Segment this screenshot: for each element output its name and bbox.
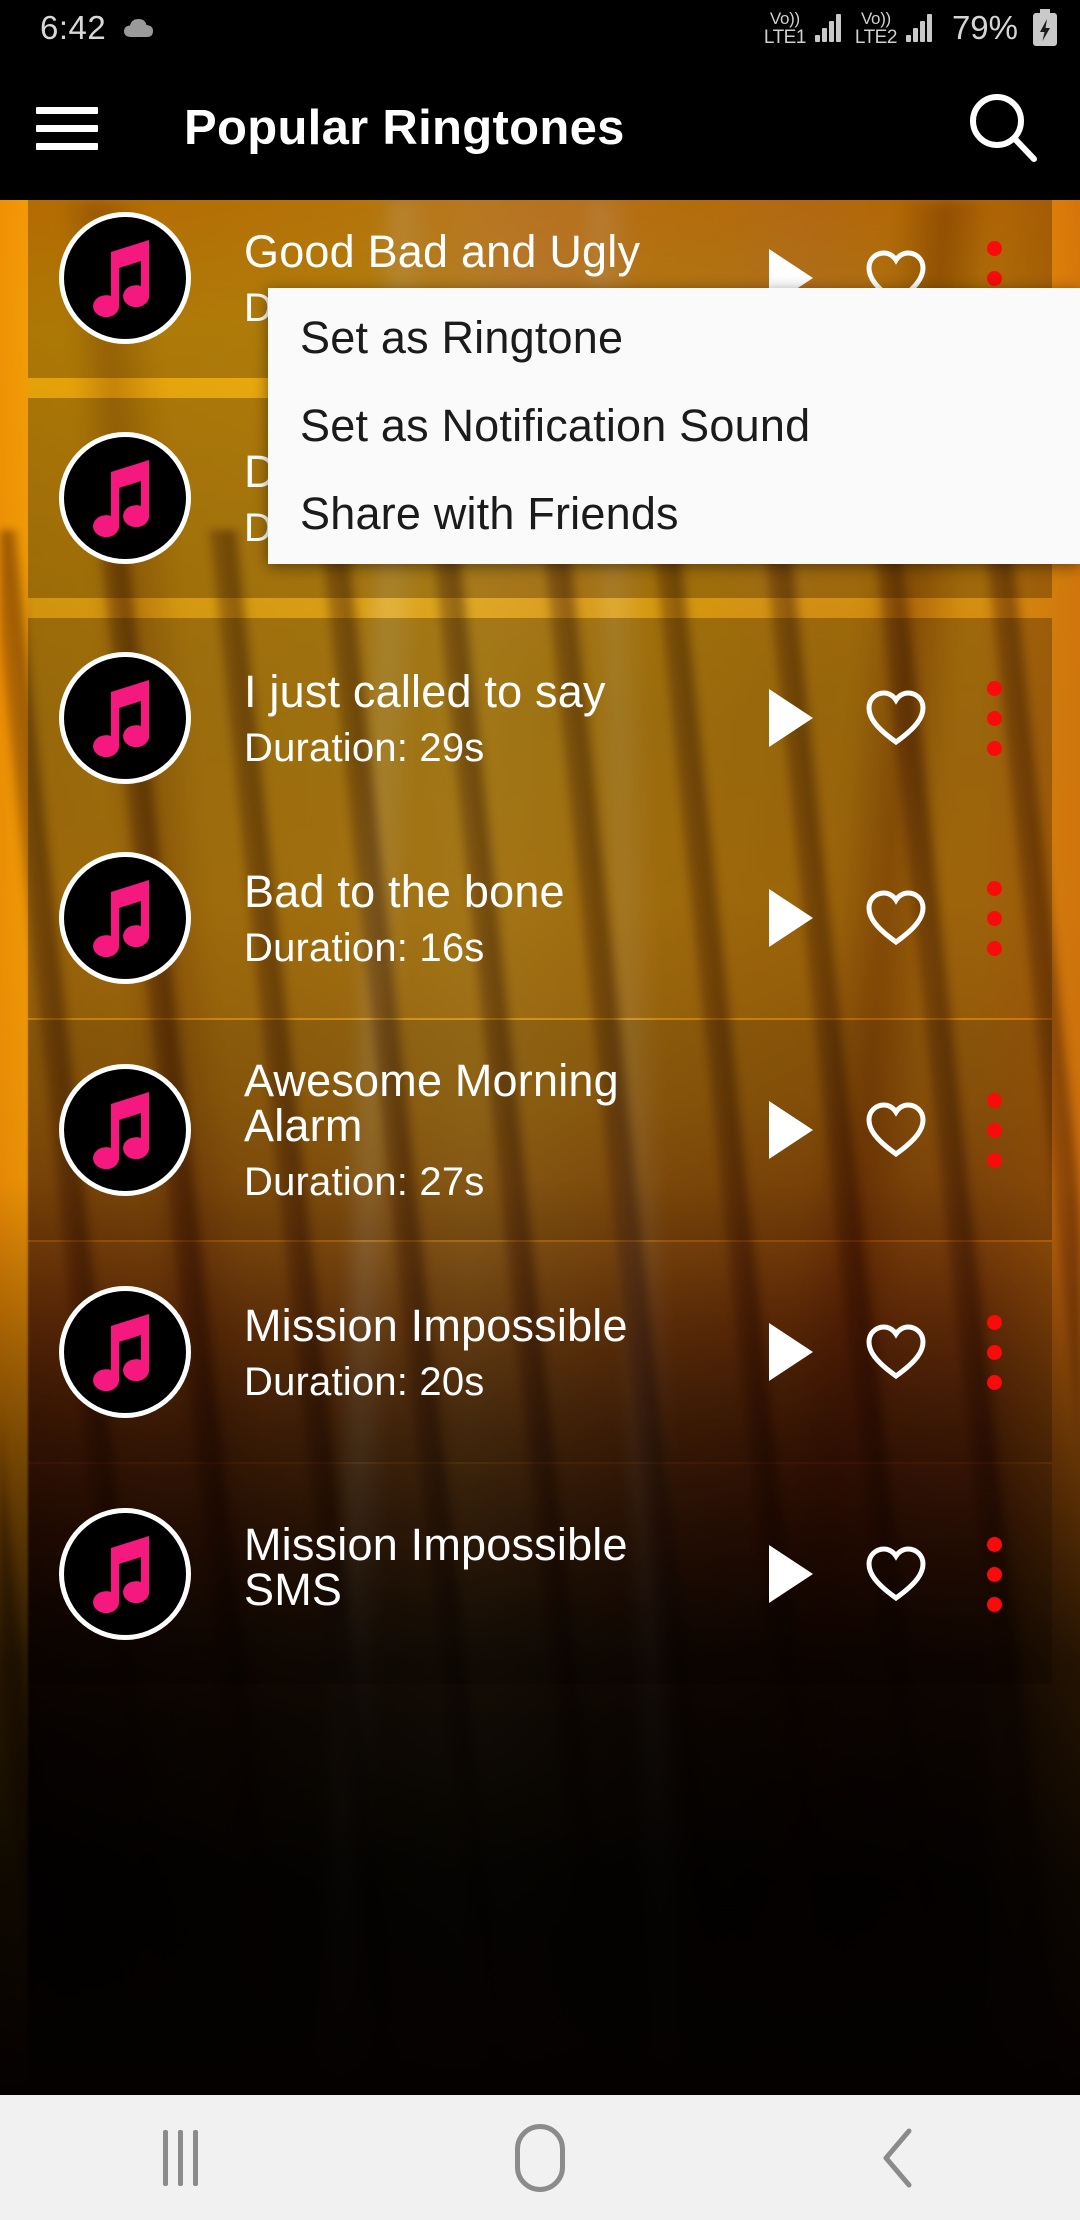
battery-percent-label: 79% — [951, 9, 1018, 46]
heart-outline-icon[interactable] — [848, 1526, 944, 1622]
ringtone-title: Mission Impossible SMS — [244, 1519, 628, 1615]
menu-item-set-as-notification-sound[interactable]: Set as Notification Sound — [268, 382, 1080, 470]
more-vertical-icon[interactable] — [958, 670, 1030, 766]
app-bar: Popular Ringtones — [0, 56, 1080, 200]
volte-sim2-icon: Vo)) LTE2 — [854, 8, 898, 48]
table-row[interactable]: Awesome Morning Alarm Duration: 27s — [28, 1020, 1052, 1240]
music-note-icon — [59, 1286, 191, 1418]
row-actions — [748, 1526, 1030, 1622]
battery-charging-icon — [1032, 9, 1058, 47]
home-icon[interactable] — [360, 2095, 720, 2220]
ringtone-title: Mission Impossible — [244, 1299, 628, 1351]
row-actions — [748, 1304, 1030, 1400]
ringtone-title: Good Bad and Ugly — [244, 225, 641, 277]
play-icon[interactable] — [748, 1087, 834, 1173]
status-bar-clock: 6:42 — [40, 9, 107, 46]
context-menu: Set as Ringtone Set as Notification Soun… — [268, 288, 1080, 564]
volte-sim1-icon: Vo)) LTE1 — [763, 8, 807, 48]
row-text-block: Bad to the bone Duration: 16s — [244, 869, 748, 968]
row-text-block: I just called to say Duration: 29s — [244, 669, 748, 768]
heart-outline-icon[interactable] — [848, 1304, 944, 1400]
ringtone-duration: Duration: 27s — [244, 1160, 485, 1204]
status-bar-indicators: Vo)) LTE1 Vo)) LTE2 79% — [764, 9, 1058, 47]
ringtone-duration: Duration: 29s — [244, 725, 485, 770]
more-vertical-icon[interactable] — [958, 1304, 1030, 1400]
page-title: Popular Ringtones — [184, 101, 625, 155]
signal-bars-sim1-icon — [814, 14, 841, 42]
row-text-block: Awesome Morning Alarm Duration: 27s — [244, 1058, 748, 1202]
cloud-icon — [122, 15, 156, 41]
music-note-icon — [59, 1508, 191, 1640]
music-note-icon — [59, 432, 191, 564]
table-row[interactable]: I just called to say Duration: 29s — [28, 618, 1052, 818]
ringtone-duration: Duration: 16s — [244, 925, 485, 970]
more-vertical-icon[interactable] — [958, 1526, 1030, 1622]
music-note-icon — [59, 1064, 191, 1196]
back-icon[interactable] — [720, 2095, 1080, 2220]
play-icon[interactable] — [748, 675, 834, 761]
hamburger-menu-icon[interactable] — [36, 106, 132, 150]
heart-outline-icon[interactable] — [848, 1082, 944, 1178]
menu-item-set-as-ringtone[interactable]: Set as Ringtone — [268, 294, 1080, 382]
system-navigation-bar — [0, 2095, 1080, 2220]
row-actions — [748, 670, 1030, 766]
recents-icon[interactable] — [0, 2095, 360, 2220]
search-icon[interactable] — [948, 73, 1058, 183]
music-note-icon — [59, 652, 191, 784]
heart-outline-icon[interactable] — [848, 670, 944, 766]
play-icon[interactable] — [748, 1531, 834, 1617]
row-text-block: Mission Impossible Duration: 20s — [244, 1303, 748, 1402]
play-icon[interactable] — [748, 1309, 834, 1395]
heart-outline-icon[interactable] — [848, 870, 944, 966]
music-note-icon — [59, 212, 191, 344]
ringtone-title: I just called to say — [244, 665, 606, 717]
row-actions — [748, 870, 1030, 966]
status-bar: 6:42 Vo)) LTE1 Vo)) LTE2 79% — [0, 0, 1080, 56]
play-icon[interactable] — [748, 875, 834, 961]
ringtone-duration: Duration: 20s — [244, 1359, 485, 1404]
signal-bars-sim2-icon — [905, 14, 932, 42]
more-vertical-icon[interactable] — [958, 1082, 1030, 1178]
phone-screen: 6:42 Vo)) LTE1 Vo)) LTE2 79% Popular Rin… — [0, 0, 1080, 2220]
music-note-icon — [59, 852, 191, 984]
table-row[interactable]: Bad to the bone Duration: 16s — [28, 818, 1052, 1018]
row-actions — [748, 1082, 1030, 1178]
ringtone-title: Awesome Morning Alarm — [244, 1055, 619, 1151]
ringtone-title: Bad to the bone — [244, 865, 565, 917]
more-vertical-icon[interactable] — [958, 870, 1030, 966]
menu-item-share-with-friends[interactable]: Share with Friends — [268, 470, 1080, 558]
table-row[interactable]: Mission Impossible Duration: 20s — [28, 1242, 1052, 1462]
row-text-block: Mission Impossible SMS — [244, 1522, 748, 1626]
table-row[interactable]: Mission Impossible SMS — [28, 1464, 1052, 1684]
